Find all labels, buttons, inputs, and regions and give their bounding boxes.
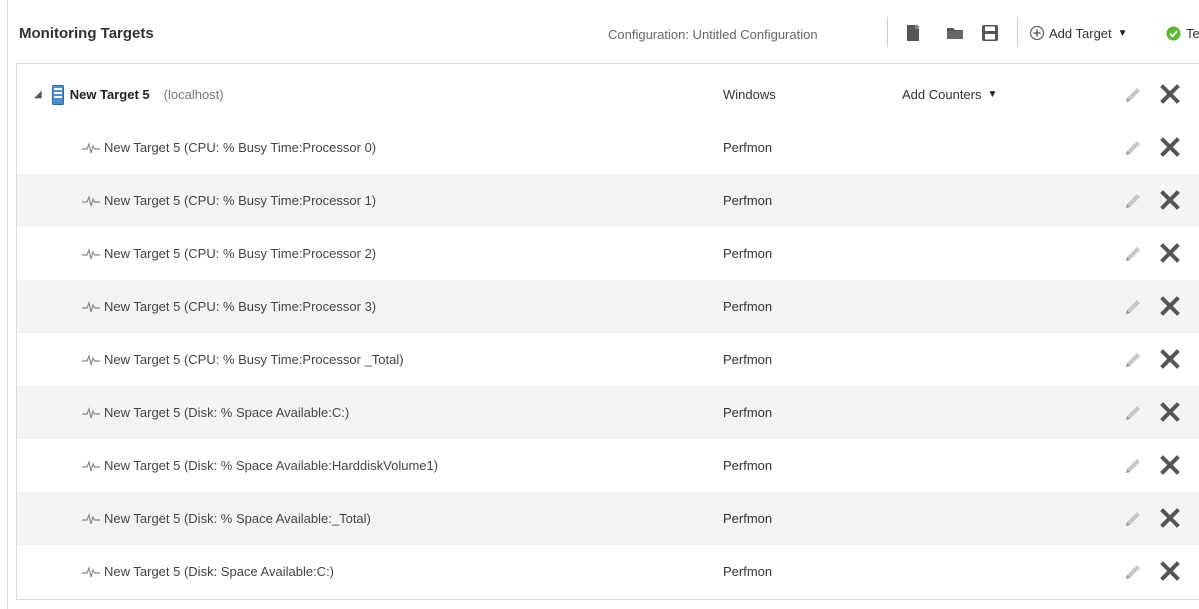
pulse-icon — [82, 247, 100, 259]
test-label: Te — [1186, 25, 1199, 41]
pulse-icon — [82, 300, 100, 312]
target-row[interactable]: ◢ New Target 5 (localhost) Windows Add C… — [17, 68, 1199, 121]
edit-pencil-icon[interactable] — [1122, 349, 1144, 371]
counter-row[interactable]: New Target 5 (CPU: % Busy Time:Processor… — [17, 333, 1199, 386]
counter-type: Perfmon — [723, 299, 773, 314]
toolbar-separator — [887, 17, 888, 47]
save-icon[interactable] — [980, 23, 1000, 43]
add-circle-icon — [1029, 25, 1045, 41]
pulse-icon — [82, 406, 100, 418]
delete-x-icon[interactable] — [1159, 189, 1181, 211]
counter-type: Perfmon — [723, 193, 773, 208]
configuration-label: Configuration: Untitled Configuration — [608, 27, 818, 42]
delete-x-icon[interactable] — [1159, 242, 1181, 264]
edit-pencil-icon[interactable] — [1122, 508, 1144, 530]
delete-x-icon[interactable] — [1159, 454, 1181, 476]
toolbar-separator — [1017, 17, 1018, 47]
edit-pencil-icon[interactable] — [1122, 190, 1144, 212]
counter-type: Perfmon — [723, 140, 773, 155]
delete-x-icon[interactable] — [1159, 560, 1181, 582]
add-target-label: Add Target — [1049, 25, 1112, 41]
counter-row[interactable]: New Target 5 (Disk: % Space Available:C:… — [17, 386, 1199, 439]
add-target-button[interactable]: Add Target ▼ — [1029, 23, 1128, 43]
page-title: Monitoring Targets — [19, 25, 154, 42]
targets-list: ◢ New Target 5 (localhost) Windows Add C… — [16, 63, 1199, 600]
counter-type: Perfmon — [723, 352, 773, 367]
counter-row[interactable]: New Target 5 (Disk: Space Available:C:) P… — [17, 545, 1199, 598]
counter-row[interactable]: New Target 5 (CPU: % Busy Time:Processor… — [17, 121, 1199, 174]
pulse-icon — [82, 194, 100, 206]
counter-type: Perfmon — [723, 458, 773, 473]
delete-x-icon[interactable] — [1159, 136, 1181, 158]
target-host: (localhost) — [163, 87, 224, 102]
pulse-icon — [82, 459, 100, 471]
edit-pencil-icon[interactable] — [1122, 296, 1144, 318]
counter-name: New Target 5 (Disk: Space Available:C:) — [104, 564, 335, 579]
new-config-icon[interactable] — [903, 23, 923, 43]
frame-border — [7, 0, 8, 609]
counter-row[interactable]: New Target 5 (Disk: % Space Available:_T… — [17, 492, 1199, 545]
counter-name: New Target 5 (Disk: % Space Available:C:… — [104, 405, 350, 420]
delete-x-icon[interactable] — [1159, 83, 1181, 105]
counter-type: Perfmon — [723, 405, 773, 420]
monitoring-targets-header: Monitoring Targets Configuration: Untitl… — [8, 6, 1199, 61]
edit-pencil-icon[interactable] — [1122, 561, 1144, 583]
target-name: New Target 5 — [69, 87, 150, 102]
edit-pencil-icon[interactable] — [1122, 243, 1144, 265]
edit-pencil-icon[interactable] — [1122, 455, 1144, 477]
pulse-icon — [82, 512, 100, 524]
counter-type: Perfmon — [723, 246, 773, 261]
add-counters-button[interactable]: Add Counters ▼ — [902, 68, 997, 121]
test-button[interactable]: Te — [1166, 23, 1199, 43]
chevron-down-icon: ▼ — [987, 89, 998, 100]
delete-x-icon[interactable] — [1159, 507, 1181, 529]
check-circle-icon — [1166, 25, 1181, 41]
counter-name: New Target 5 (CPU: % Busy Time:Processor… — [104, 299, 377, 314]
counter-row[interactable]: New Target 5 (Disk: % Space Available:Ha… — [17, 439, 1199, 492]
counter-row[interactable]: New Target 5 (CPU: % Busy Time:Processor… — [17, 280, 1199, 333]
edit-pencil-icon[interactable] — [1122, 402, 1144, 424]
counter-type: Perfmon — [723, 564, 773, 579]
delete-x-icon[interactable] — [1159, 295, 1181, 317]
edit-pencil-icon[interactable] — [1122, 137, 1144, 159]
delete-x-icon[interactable] — [1159, 401, 1181, 423]
add-counters-label: Add Counters — [902, 87, 982, 102]
counter-type: Perfmon — [723, 511, 773, 526]
counter-row[interactable]: New Target 5 (CPU: % Busy Time:Processor… — [17, 227, 1199, 280]
delete-x-icon[interactable] — [1159, 348, 1181, 370]
counter-name: New Target 5 (Disk: % Space Available:_T… — [104, 511, 371, 526]
counter-name: New Target 5 (Disk: % Space Available:Ha… — [104, 458, 439, 473]
counter-name: New Target 5 (CPU: % Busy Time:Processor… — [104, 352, 404, 367]
counter-name: New Target 5 (CPU: % Busy Time:Processor… — [104, 140, 377, 155]
counter-name: New Target 5 (CPU: % Busy Time:Processor… — [104, 193, 377, 208]
collapse-triangle-icon[interactable]: ◢ — [34, 89, 42, 100]
pulse-icon — [82, 353, 100, 365]
chevron-down-icon: ▼ — [1117, 27, 1128, 39]
pulse-icon — [82, 565, 100, 577]
target-type: Windows — [723, 87, 776, 102]
open-folder-icon[interactable] — [945, 23, 965, 43]
counter-name: New Target 5 (CPU: % Busy Time:Processor… — [104, 246, 377, 261]
counter-row[interactable]: New Target 5 (CPU: % Busy Time:Processor… — [17, 174, 1199, 227]
edit-pencil-icon[interactable] — [1122, 84, 1144, 106]
server-icon — [51, 84, 64, 105]
pulse-icon — [82, 141, 100, 153]
